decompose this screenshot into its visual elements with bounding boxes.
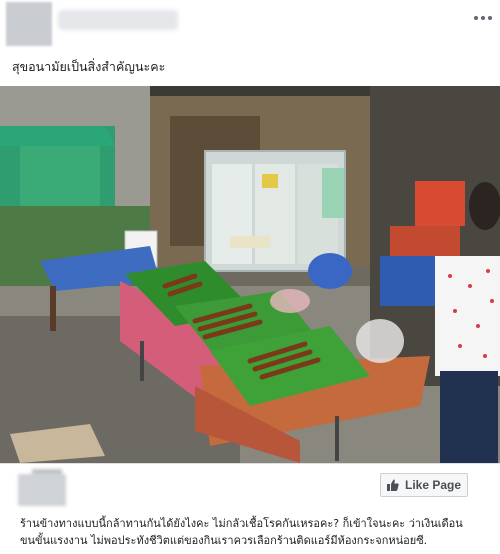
poster-name-redacted[interactable] bbox=[58, 10, 178, 30]
shared-post-text-line: ขนขั้นแรงงาน ไม่พอประทังชีวิตแต่ของกินเร… bbox=[20, 534, 428, 547]
post-caption: สุขอนามัยเป็นสิ่งสำคัญนะคะ bbox=[12, 59, 166, 74]
post-header bbox=[0, 0, 500, 52]
post-photo[interactable] bbox=[0, 86, 500, 463]
page-avatar-redacted[interactable] bbox=[18, 474, 66, 506]
thumbs-up-icon bbox=[386, 479, 399, 491]
like-page-label: Like Page bbox=[404, 478, 462, 492]
more-horizontal-icon[interactable] bbox=[470, 8, 496, 28]
shared-post-text: ร้านข้างทางแบบนี้กล้าทานกันได้ยังไงคะ ไม… bbox=[20, 515, 490, 549]
like-page-button[interactable]: Like Page bbox=[380, 473, 468, 497]
shared-page-card: Like Page ร้านข้างทางแบบนี้กล้าทานกันได้… bbox=[0, 463, 500, 554]
shared-post-text-line: ร้านข้างทางแบบนี้กล้าทานกันได้ยังไงคะ ไม… bbox=[20, 517, 463, 530]
avatar[interactable] bbox=[6, 2, 52, 46]
page-name-redacted bbox=[32, 469, 62, 475]
